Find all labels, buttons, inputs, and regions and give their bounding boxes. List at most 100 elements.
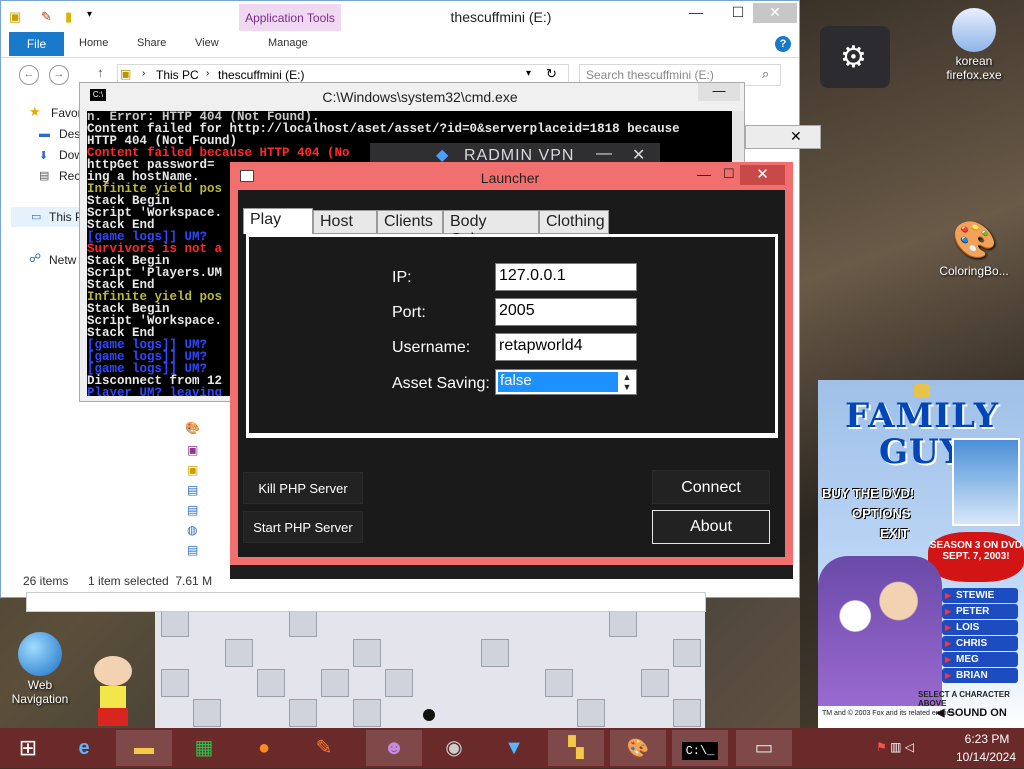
file-icon: ◍ xyxy=(187,523,198,537)
properties-icon[interactable]: ✎ xyxy=(41,9,52,25)
about-button[interactable]: About xyxy=(652,510,770,544)
close-button[interactable]: ✕ xyxy=(740,165,785,185)
chevron-down-icon[interactable]: ▾ xyxy=(87,9,92,20)
tab-view[interactable]: View xyxy=(195,37,219,49)
palette-file-icon: 🎨 xyxy=(185,421,200,435)
taskbar-monitor[interactable]: ▭ xyxy=(736,730,792,766)
sound-toggle[interactable]: ◀ SOUND ON xyxy=(936,706,1007,719)
tab-play[interactable]: Play xyxy=(243,208,313,234)
character-brian[interactable]: BRIAN xyxy=(942,668,1018,683)
tab-clothing[interactable]: Clothing xyxy=(539,210,609,234)
clock-date[interactable]: 10/14/2024 xyxy=(950,750,1022,764)
taskbar-sphere-app[interactable]: ◉ xyxy=(426,730,482,766)
tab-host[interactable]: Host xyxy=(313,210,377,234)
search-placeholder: Search thescuffmini (E:) xyxy=(586,68,714,82)
tab-clients[interactable]: Clients xyxy=(377,210,443,234)
family-guy-ad[interactable]: FAMILY GUY BUY THE DVD! OPTIONS EXIT SEA… xyxy=(818,380,1024,728)
tab-body-colors[interactable]: Body Colors xyxy=(443,210,539,248)
username-label: Username: xyxy=(392,339,471,356)
tile-grid-window xyxy=(155,595,705,728)
disc-app-icon xyxy=(952,8,996,52)
desktop-icon-web-navigation[interactable]: Web Navigation xyxy=(0,632,80,706)
taskbar-app-purple[interactable]: ☻ xyxy=(366,730,422,766)
tab-file[interactable]: File xyxy=(9,32,64,56)
nav-item-network[interactable]: Netw xyxy=(49,253,76,267)
up-arrow-icon[interactable]: ↑ xyxy=(97,65,104,80)
file-icon: ▤ xyxy=(187,503,199,517)
taskbar-coloring-book[interactable]: 🎨 xyxy=(610,730,666,766)
tab-home[interactable]: Home xyxy=(79,37,108,49)
desktop-icon-label: korean firefox.exe xyxy=(946,54,1002,82)
ball-icon xyxy=(423,709,435,721)
background-window[interactable]: ✕ xyxy=(745,125,821,149)
port-input[interactable]: 2005 xyxy=(495,298,637,326)
system-tray[interactable]: ⚑ ▥ ◁ xyxy=(876,740,914,754)
file-icon-column: 🎨 ▣ ▣ ▤ ▤ ◍ ▤ xyxy=(185,421,205,566)
brush-icon: ✎ xyxy=(315,737,333,759)
tab-manage[interactable]: Manage xyxy=(268,37,308,49)
forward-button[interactable]: → xyxy=(49,65,69,85)
asset-saving-spinner[interactable]: false ▲ ▼ xyxy=(495,369,637,395)
buy-dvd-link[interactable]: BUY THE DVD! xyxy=(822,486,946,501)
breadcrumb-this-pc[interactable]: This PC xyxy=(156,68,199,82)
refresh-icon[interactable]: ↻ xyxy=(546,66,557,82)
file-icon: ▣ xyxy=(187,463,199,477)
taskbar-cmd[interactable]: C:\_ xyxy=(672,730,728,766)
minimize-button[interactable]: — xyxy=(698,83,740,101)
taskbar-firefox[interactable]: ● xyxy=(236,730,292,766)
search-icon: ⌕ xyxy=(762,66,770,81)
minimize-icon[interactable]: — xyxy=(596,145,612,163)
exit-link[interactable]: EXIT xyxy=(880,526,909,541)
breadcrumb-separator-icon: › xyxy=(142,68,146,79)
application-tools-tab[interactable]: Application Tools xyxy=(239,4,341,31)
taskbar-explorer[interactable]: ▬ xyxy=(116,730,172,766)
recent-icon: ▤ xyxy=(39,170,50,182)
ip-input[interactable]: 127.0.0.1 xyxy=(495,263,637,291)
spinner-arrows-icon[interactable]: ▲ ▼ xyxy=(620,372,634,394)
nav-item-favorites[interactable]: Favor xyxy=(51,106,82,120)
taskbar-paint-brush[interactable]: ✎ xyxy=(296,730,352,766)
nav-item-desktop[interactable]: Des xyxy=(59,127,80,141)
username-input[interactable]: retapworld4 xyxy=(495,333,637,361)
nav-item-recent[interactable]: Rec xyxy=(59,169,80,183)
connect-button[interactable]: Connect xyxy=(652,470,770,504)
desktop-icon-coloring-book[interactable]: 🎨 ColoringBo... xyxy=(934,218,1014,278)
start-php-server-button[interactable]: Start PHP Server xyxy=(243,511,363,543)
quick-access-icon[interactable]: ▣ xyxy=(9,9,21,25)
back-button[interactable]: ← xyxy=(19,65,39,85)
download-icon: ⬇ xyxy=(39,150,49,162)
taskbar-vpn[interactable]: ▼ xyxy=(486,730,542,766)
character-stewie[interactable]: STEWIE xyxy=(942,588,1018,603)
minimize-button[interactable]: — xyxy=(681,3,711,23)
maximize-button[interactable]: ☐ xyxy=(723,3,753,23)
desktop-icon-korean-firefox[interactable]: korean firefox.exe xyxy=(934,8,1014,82)
item-count: 26 items xyxy=(23,574,69,588)
kill-php-server-button[interactable]: Kill PHP Server xyxy=(243,472,363,504)
character-peter[interactable]: PETER xyxy=(942,604,1018,619)
character-chris[interactable]: CHRIS xyxy=(942,636,1018,651)
taskbar-ie[interactable]: e xyxy=(56,730,112,766)
window-strip xyxy=(26,592,706,612)
sound-label: SOUND ON xyxy=(947,707,1007,719)
cmd-icon: C:\ xyxy=(90,89,106,101)
clock-time[interactable]: 6:23 PM xyxy=(952,732,1022,746)
nav-item-this-pc[interactable]: This P xyxy=(49,210,83,224)
new-folder-icon[interactable]: ▮ xyxy=(65,9,72,25)
flag-icon: ⚑ xyxy=(876,740,887,754)
character-meg[interactable]: MEG xyxy=(942,652,1018,667)
speaker-icon: ◀ xyxy=(936,707,945,719)
options-link[interactable]: OPTIONS xyxy=(852,506,911,521)
settings-panel[interactable]: ⚙ xyxy=(820,26,890,88)
chevron-down-icon[interactable]: ▾ xyxy=(526,68,531,79)
character-lois[interactable]: LOIS xyxy=(942,620,1018,635)
close-icon[interactable]: ✕ xyxy=(790,128,802,145)
taskbar-tiles-app[interactable]: ▚ xyxy=(548,730,604,766)
help-icon[interactable]: ? xyxy=(775,36,791,52)
minimize-button[interactable]: — xyxy=(697,166,711,182)
close-button[interactable]: ✕ xyxy=(753,3,797,23)
taskbar-store[interactable]: ▦ xyxy=(176,730,232,766)
tab-share[interactable]: Share xyxy=(137,37,166,49)
maximize-button[interactable]: ☐ xyxy=(723,166,735,182)
start-button[interactable]: ⊞ xyxy=(0,730,56,766)
breadcrumb-drive[interactable]: thescuffmini (E:) xyxy=(218,68,304,82)
